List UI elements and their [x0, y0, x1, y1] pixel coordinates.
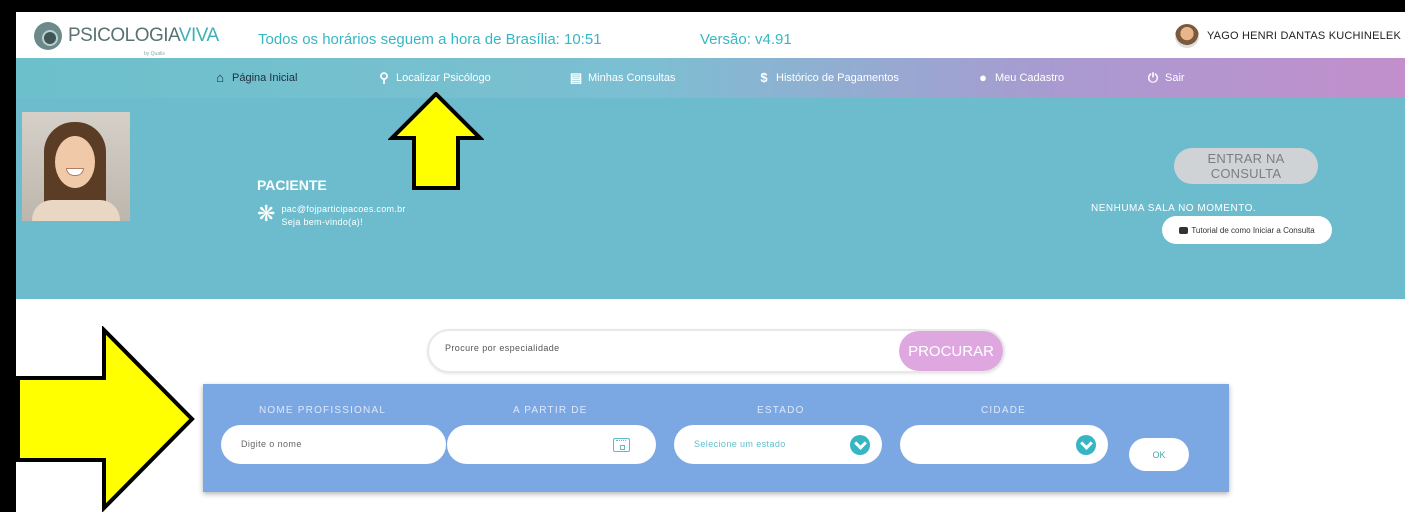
dollar-icon: $	[760, 70, 768, 85]
date-field[interactable]	[447, 425, 656, 464]
nav-item-logout[interactable]: ⏻ Sair	[1146, 70, 1185, 86]
city-filter-label: CIDADE	[981, 405, 1026, 416]
name-placeholder: Digite o nome	[241, 439, 302, 449]
city-select[interactable]	[900, 425, 1108, 464]
welcome-text: Seja bem-vindo(a)!	[281, 217, 363, 227]
chevron-down-icon	[1076, 435, 1096, 455]
user-role: PACIENTE	[257, 177, 327, 193]
version-label: Versão: v4.91	[700, 31, 792, 48]
state-filter-label: ESTADO	[757, 405, 805, 416]
nav-item-my-profile[interactable]: ● Meu Cadastro	[976, 70, 1064, 85]
logo-text: PSICOLOGIA	[68, 25, 179, 46]
flower-icon: ❋	[257, 201, 276, 226]
nav-item-find-psychologist[interactable]: ⚲ Localizar Psicólogo	[377, 70, 491, 86]
user-menu[interactable]: YAGO HENRI DANTAS KUCHINELEK	[1174, 24, 1401, 48]
avatar	[1174, 24, 1199, 48]
name-filter-label: NOME PROFISSIONAL	[259, 405, 387, 416]
nav-item-label: Sair	[1165, 72, 1185, 84]
map-pin-icon: ⚲	[379, 70, 389, 85]
profile-banner: PACIENTE ❋ pac@fojparticipacoes.com.br S…	[16, 98, 1405, 299]
state-placeholder: Selecione um estado	[694, 439, 786, 449]
ok-button[interactable]: OK	[1129, 438, 1189, 471]
profile-photo	[22, 112, 130, 221]
enter-consultation-button[interactable]: ENTRAR NA CONSULTA	[1174, 148, 1318, 184]
app-window: PSICOLOGIAVIVA by Qualis Todos os horári…	[16, 12, 1405, 512]
nav-item-label: Localizar Psicólogo	[396, 72, 491, 84]
room-status: NENHUMA SALA NO MOMENTO.	[1091, 203, 1257, 214]
contact-info: ❋ pac@fojparticipacoes.com.br Seja bem-v…	[257, 203, 406, 229]
user-icon: ●	[979, 70, 987, 85]
date-filter-label: A PARTIR DE	[513, 405, 588, 416]
up-arrow-annotation	[388, 92, 484, 190]
nav-item-label: Histórico de Pagamentos	[776, 71, 899, 84]
specialty-search-input[interactable]	[445, 343, 885, 353]
state-select[interactable]: Selecione um estado	[674, 425, 882, 464]
logo-icon	[34, 22, 62, 50]
specialty-search: PROCURAR	[429, 331, 1003, 371]
nav-item-label: Página Inicial	[232, 71, 298, 84]
calendar-icon[interactable]	[613, 438, 630, 452]
logo-tagline: by Qualis	[144, 51, 165, 57]
filter-panel: NOME PROFISSIONAL Digite o nome A PARTIR…	[203, 384, 1229, 492]
nav-item-my-consultations[interactable]: ▤ Minhas Consultas	[569, 70, 676, 86]
power-icon: ⏻	[1147, 70, 1159, 85]
nav-item-label: Meu Cadastro	[995, 71, 1065, 84]
tutorial-label: Tutorial de como Iniciar a Consulta	[1191, 225, 1315, 235]
top-header: PSICOLOGIAVIVA by Qualis Todos os horári…	[16, 12, 1405, 58]
video-icon	[1179, 226, 1189, 234]
nav-item-home[interactable]: ⌂ Página Inicial	[213, 70, 297, 85]
right-arrow-annotation	[16, 326, 195, 512]
calendar-list-icon: ▤	[569, 70, 583, 85]
user-email: pac@fojparticipacoes.com.br	[281, 204, 406, 214]
search-button[interactable]: PROCURAR	[899, 331, 1003, 371]
chevron-down-icon	[850, 435, 870, 455]
tutorial-button[interactable]: Tutorial de como Iniciar a Consulta	[1162, 216, 1332, 244]
name-field[interactable]: Digite o nome	[221, 425, 446, 464]
timezone-notice: Todos os horários seguem a hora de Brasí…	[258, 31, 602, 48]
logo-text-accent: VIVA	[178, 25, 219, 46]
nav-item-payment-history[interactable]: $ Histórico de Pagamentos	[757, 70, 899, 85]
user-name: YAGO HENRI DANTAS KUCHINELEK	[1206, 30, 1401, 42]
home-icon: ⌂	[216, 70, 224, 85]
nav-item-label: Minhas Consultas	[588, 72, 676, 84]
logo[interactable]: PSICOLOGIAVIVA by Qualis	[34, 22, 219, 57]
main-nav: ⌂ Página Inicial ⚲ Localizar Psicólogo ▤…	[16, 58, 1405, 98]
